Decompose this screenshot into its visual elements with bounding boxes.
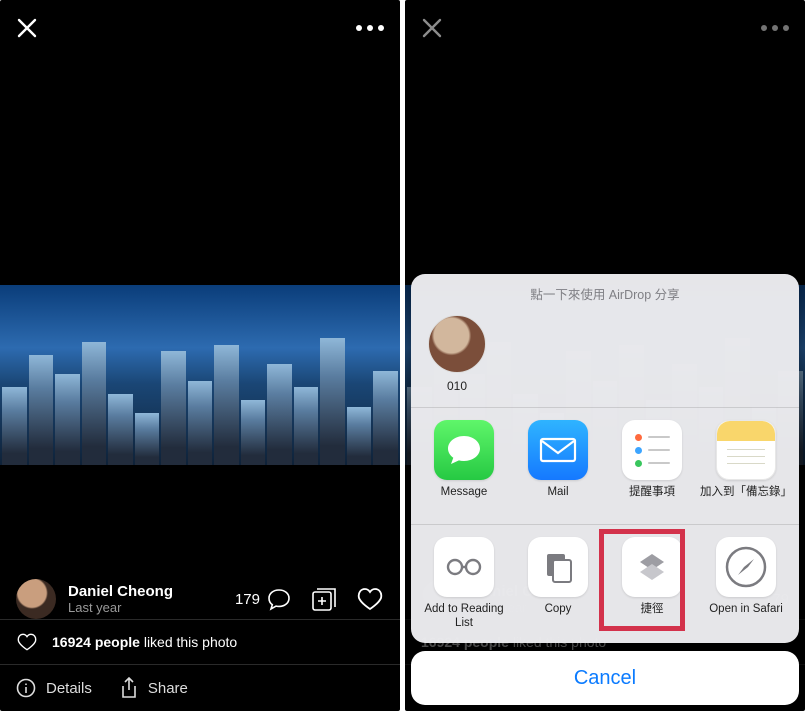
cancel-button[interactable]: Cancel	[411, 651, 799, 705]
bottom-actions-row: Details Share	[0, 665, 400, 711]
airdrop-avatar	[428, 315, 486, 373]
shortcut-icon	[622, 537, 682, 597]
share-icon	[120, 677, 138, 699]
airdrop-row: 010	[411, 309, 799, 408]
action-open-safari[interactable]: Open in Safari	[699, 537, 793, 631]
comment-count: 179	[235, 591, 260, 608]
share-action-label: Copy	[545, 603, 572, 629]
share-apps-row: Message Mail 提醒事	[411, 408, 799, 525]
photo-viewer-screen: Daniel Cheong Last year 179 16924 people…	[0, 0, 400, 711]
more-icon[interactable]	[356, 25, 384, 31]
share-action-label: 捷徑	[641, 603, 664, 629]
share-app-label: 提醒事項	[629, 486, 675, 512]
more-icon[interactable]	[761, 25, 789, 31]
share-action-label: Open in Safari	[709, 603, 783, 629]
share-app-message[interactable]: Message	[417, 420, 511, 512]
info-icon	[16, 678, 36, 698]
share-button[interactable]: Share	[120, 677, 188, 699]
photo-meta-row: Daniel Cheong Last year 179	[0, 579, 400, 619]
skyline-illustration	[0, 335, 400, 465]
share-app-notes[interactable]: 加入到「備忘錄」	[699, 420, 793, 512]
photo-content[interactable]	[0, 285, 400, 465]
share-app-label: 加入到「備忘錄」	[700, 486, 792, 512]
action-shortcut[interactable]: 捷徑	[605, 537, 699, 631]
comments-button[interactable]: 179	[235, 587, 292, 611]
action-reading-list[interactable]: Add to Reading List	[417, 537, 511, 631]
airdrop-hint: 點一下來使用 AirDrop 分享	[411, 274, 799, 309]
likes-row[interactable]: 16924 people liked this photo	[0, 619, 400, 665]
share-sheet: 點一下來使用 AirDrop 分享 010 Message	[411, 274, 799, 705]
top-bar	[405, 0, 805, 56]
glasses-icon	[434, 537, 494, 597]
close-icon[interactable]	[421, 17, 443, 39]
share-app-reminders[interactable]: 提醒事項	[605, 420, 699, 512]
like-icon[interactable]	[356, 586, 384, 612]
cancel-label: Cancel	[574, 667, 636, 690]
share-actions-row: Add to Reading List Copy 捷徑	[411, 525, 799, 643]
details-label: Details	[46, 680, 92, 697]
likes-count: 16924 people	[52, 634, 140, 650]
action-copy[interactable]: Copy	[511, 537, 605, 631]
airdrop-contact-name: 010	[423, 379, 491, 393]
mail-icon	[528, 420, 588, 480]
share-app-mail[interactable]: Mail	[511, 420, 605, 512]
copy-icon	[528, 537, 588, 597]
reminders-icon	[622, 420, 682, 480]
airdrop-contact[interactable]: 010	[423, 315, 491, 393]
message-icon	[434, 420, 494, 480]
share-app-label: Mail	[547, 486, 568, 512]
share-label: Share	[148, 680, 188, 697]
close-icon[interactable]	[16, 17, 38, 39]
share-app-label: Message	[441, 486, 488, 512]
likes-suffix: liked this photo	[140, 634, 237, 650]
safari-icon	[716, 537, 776, 597]
add-to-collection-icon[interactable]	[310, 586, 338, 612]
author-name[interactable]: Daniel Cheong	[68, 583, 223, 600]
heart-outline-icon	[16, 632, 38, 652]
top-bar	[0, 0, 400, 56]
notes-icon	[716, 420, 776, 480]
details-button[interactable]: Details	[16, 678, 92, 698]
timestamp: Last year	[68, 600, 223, 615]
share-sheet-screen: Daniel Cheong Last year 179 16924 people…	[405, 0, 805, 711]
comment-icon	[266, 587, 292, 611]
share-action-label: Add to Reading List	[417, 603, 511, 631]
author-avatar[interactable]	[16, 579, 56, 619]
